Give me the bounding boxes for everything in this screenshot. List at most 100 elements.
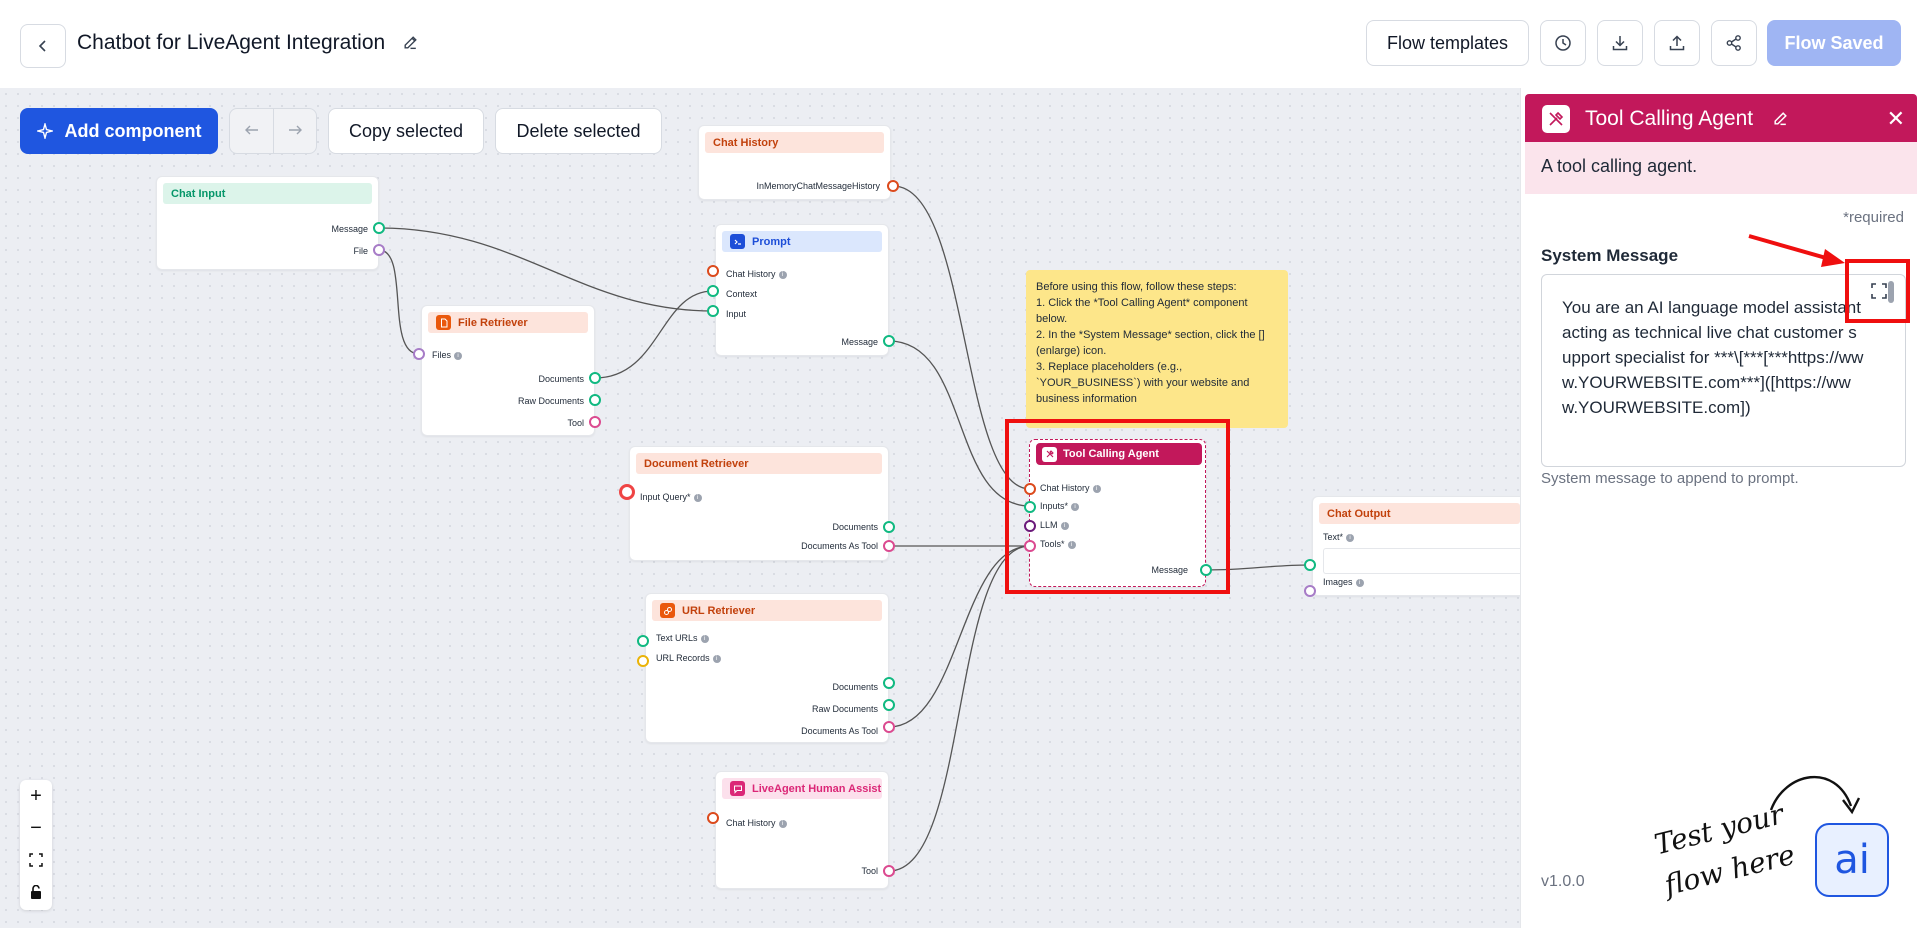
- required-note: *required: [1843, 209, 1904, 226]
- flow-title: Chatbot for LiveAgent Integration: [77, 31, 386, 54]
- undo-redo-group: [229, 108, 317, 154]
- node-chat-output[interactable]: Chat Output Text* i Images i: [1312, 496, 1520, 596]
- tools-icon: [1542, 105, 1570, 133]
- file-icon: [436, 315, 451, 330]
- edge-chatinput-fileretriever: [378, 249, 420, 355]
- note-line: 3. Replace placeholders (e.g., `YOUR_BUS…: [1036, 361, 1250, 405]
- node-title: URL Retriever: [682, 604, 756, 617]
- handle-chat-output-text[interactable]: [1304, 559, 1316, 571]
- handle-file-retriever-tool[interactable]: [589, 416, 601, 428]
- node-document-retriever[interactable]: Document Retriever Input Query* i Documen…: [629, 446, 889, 561]
- handle-file-retriever-raw-documents[interactable]: [589, 394, 601, 406]
- port-url-records: URL Records i: [656, 653, 721, 663]
- flow-saved-button[interactable]: Flow Saved: [1767, 20, 1901, 66]
- handle-chat-input-file[interactable]: [373, 244, 385, 256]
- node-title: LiveAgent Human Assist: [752, 782, 882, 795]
- port-documents: Documents: [832, 682, 878, 692]
- ai-label: ai: [1834, 837, 1870, 883]
- system-message-hint: System message to append to prompt.: [1541, 470, 1799, 487]
- lock-icon[interactable]: [20, 876, 52, 908]
- version-label: v1.0.0: [1541, 873, 1585, 890]
- node-chat-input[interactable]: Chat Input Message File: [156, 176, 379, 270]
- info-icon: i: [700, 634, 709, 643]
- handle-prompt-input[interactable]: [707, 305, 719, 317]
- upload-button[interactable]: [1654, 20, 1700, 66]
- port-documents-as-tool: Documents As Tool: [801, 541, 878, 551]
- clock-icon: [1555, 35, 1571, 51]
- zoom-in-icon[interactable]: +: [20, 780, 52, 812]
- curved-arrow-icon: [1769, 776, 1861, 815]
- handle-liveagent-chat-history[interactable]: [707, 812, 719, 824]
- handle-url-retriever-text-urls[interactable]: [637, 635, 649, 647]
- node-prompt[interactable]: Prompt Chat History i Context Input Messa…: [715, 224, 889, 356]
- handle-file-retriever-documents[interactable]: [589, 372, 601, 384]
- info-icon: i: [693, 493, 702, 502]
- handle-chat-history-output[interactable]: [887, 180, 899, 192]
- info-icon: i: [454, 351, 463, 360]
- handle-url-retriever-documents-as-tool[interactable]: [883, 721, 895, 733]
- port-input: Input: [726, 309, 747, 319]
- node-liveagent-human-assist[interactable]: LiveAgent Human Assist Chat History i Too…: [715, 771, 889, 889]
- handle-document-retriever-input-query[interactable]: [619, 484, 635, 500]
- highlight-box-agent: [1005, 419, 1230, 594]
- note-line: 1. Click the *Tool Calling Agent* compon…: [1036, 297, 1248, 325]
- undo-icon[interactable]: [244, 122, 260, 143]
- panel-description: A tool calling agent.: [1525, 142, 1917, 194]
- handle-file-retriever-files[interactable]: [413, 348, 425, 360]
- port-chat-history: Chat History i: [726, 269, 787, 279]
- node-header: URL Retriever: [652, 600, 882, 621]
- text-input-field[interactable]: [1323, 548, 1520, 574]
- handle-url-retriever-raw-documents[interactable]: [883, 699, 895, 711]
- playground-button[interactable]: ai: [1815, 823, 1889, 897]
- port-documents: Documents: [832, 522, 878, 532]
- port-file: File: [353, 246, 368, 256]
- edge-fileretriever-context: [594, 290, 714, 379]
- handle-url-retriever-url-records[interactable]: [637, 655, 649, 667]
- download-button[interactable]: [1597, 20, 1643, 66]
- node-title: Document Retriever: [636, 453, 882, 474]
- flow-templates-button[interactable]: Flow templates: [1366, 20, 1529, 66]
- back-button[interactable]: [20, 24, 66, 68]
- handle-chat-output-images[interactable]: [1304, 585, 1316, 597]
- node-file-retriever[interactable]: File Retriever Files i Documents Raw Docu…: [421, 305, 595, 436]
- delete-selected-button[interactable]: Delete selected: [495, 108, 662, 154]
- node-chat-history[interactable]: Chat History InMemoryChatMessageHistory: [698, 125, 891, 200]
- copy-selected-button[interactable]: Copy selected: [328, 108, 484, 154]
- node-title: Prompt: [752, 235, 791, 248]
- port-text-urls: Text URLs i: [656, 633, 709, 643]
- port-tool: Tool: [567, 418, 584, 428]
- edit-title-icon[interactable]: [402, 34, 419, 56]
- redo-icon[interactable]: [287, 122, 303, 143]
- download-icon: [1612, 36, 1628, 51]
- handle-document-retriever-documents[interactable]: [883, 521, 895, 533]
- handle-url-retriever-documents[interactable]: [883, 677, 895, 689]
- edit-name-icon[interactable]: [1772, 110, 1789, 132]
- handle-liveagent-tool[interactable]: [883, 865, 895, 877]
- upload-icon: [1669, 35, 1685, 51]
- handle-chat-input-message[interactable]: [373, 222, 385, 234]
- fit-view-icon[interactable]: [20, 844, 52, 876]
- port-output: InMemoryChatMessageHistory: [756, 181, 880, 191]
- node-url-retriever[interactable]: URL Retriever Text URLs i URL Records i Do…: [645, 593, 889, 743]
- history-button[interactable]: [1540, 20, 1586, 66]
- panel-title: Tool Calling Agent: [1585, 107, 1754, 130]
- handle-document-retriever-documents-as-tool[interactable]: [883, 540, 895, 552]
- instructions-note[interactable]: Before using this flow, follow these ste…: [1026, 270, 1288, 428]
- port-files: Files i: [432, 350, 463, 360]
- highlight-box-expand: [1845, 259, 1910, 323]
- red-arrow-icon: [1748, 234, 1845, 267]
- port-message: Message: [841, 337, 878, 347]
- handle-prompt-context[interactable]: [707, 285, 719, 297]
- handle-prompt-chat-history[interactable]: [707, 265, 719, 277]
- port-documents: Documents: [538, 374, 584, 384]
- port-message: Message: [331, 224, 368, 234]
- port-tool: Tool: [861, 866, 878, 876]
- share-icon: [1726, 35, 1741, 51]
- add-component-button[interactable]: Add component: [20, 108, 218, 154]
- zoom-controls: + −: [20, 780, 52, 910]
- zoom-out-icon[interactable]: −: [20, 812, 52, 844]
- flow-canvas[interactable]: Add component Copy selected Delete selec…: [0, 88, 1520, 928]
- handle-prompt-message[interactable]: [883, 335, 895, 347]
- close-icon[interactable]: ✕: [1887, 106, 1905, 132]
- share-button[interactable]: [1711, 20, 1757, 66]
